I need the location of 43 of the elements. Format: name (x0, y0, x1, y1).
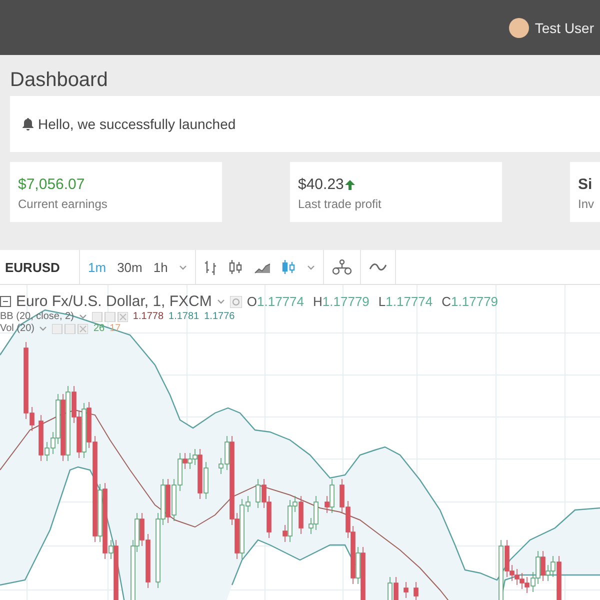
ohlc-label: C (442, 294, 452, 309)
stat-label: Inv (578, 197, 596, 211)
stat-value: $40.23 (298, 176, 344, 193)
alert-message: Hello, we successfully launched (38, 116, 236, 132)
bars-icon[interactable] (204, 259, 218, 275)
ohlc-value: 1.17774 (386, 294, 433, 309)
ohlc-value: 1.17774 (257, 294, 304, 309)
indicator-icon[interactable] (332, 259, 352, 275)
stat-label: Last trade profit (298, 197, 382, 211)
indicator-value: 26 (93, 323, 105, 334)
collapse-icon[interactable] (0, 296, 11, 307)
ohlc-label: O (246, 294, 258, 309)
ohlc-value: 1.17779 (451, 294, 498, 309)
wave-icon[interactable] (368, 261, 387, 273)
caret-icon[interactable] (39, 326, 48, 331)
indicator-value: 1.1781 (168, 311, 200, 322)
caret-icon[interactable] (216, 299, 225, 304)
ohlc-label: L (378, 294, 386, 309)
candlestick-icon[interactable] (282, 259, 296, 275)
symbol-title: Euro Fx/U.S. Dollar, 1, FXCM (16, 293, 212, 310)
stat-value: $7,056.07 (18, 176, 85, 193)
ohlc-label: H (313, 294, 322, 309)
indicator-value: 1.1776 (204, 311, 235, 322)
indicator-controls-icon[interactable] (92, 312, 128, 322)
caret-icon[interactable] (78, 314, 87, 319)
indicator-label: Vol (20) (0, 323, 34, 334)
user-name[interactable]: Test User (534, 20, 594, 36)
stat-label: Current earnings (18, 197, 108, 211)
indicator-controls-icon[interactable] (52, 324, 88, 334)
interval-tab[interactable]: 30m (117, 260, 142, 274)
avatar (508, 18, 529, 38)
caret-icon[interactable] (178, 264, 187, 270)
candlestick-icon[interactable] (228, 259, 243, 275)
stat-value: Si (578, 176, 592, 193)
symbol-field[interactable]: EURUSD (0, 250, 80, 284)
ohlc-value: 1.17779 (322, 294, 370, 309)
settings-icon[interactable] (230, 296, 242, 308)
up-arrow-icon (344, 180, 355, 190)
bell-icon (22, 117, 34, 131)
caret-icon[interactable] (306, 264, 315, 270)
interval-tab[interactable]: 1h (153, 260, 168, 274)
page-title: Dashboard (10, 69, 109, 92)
indicator-value: 1.1778 (132, 311, 164, 322)
